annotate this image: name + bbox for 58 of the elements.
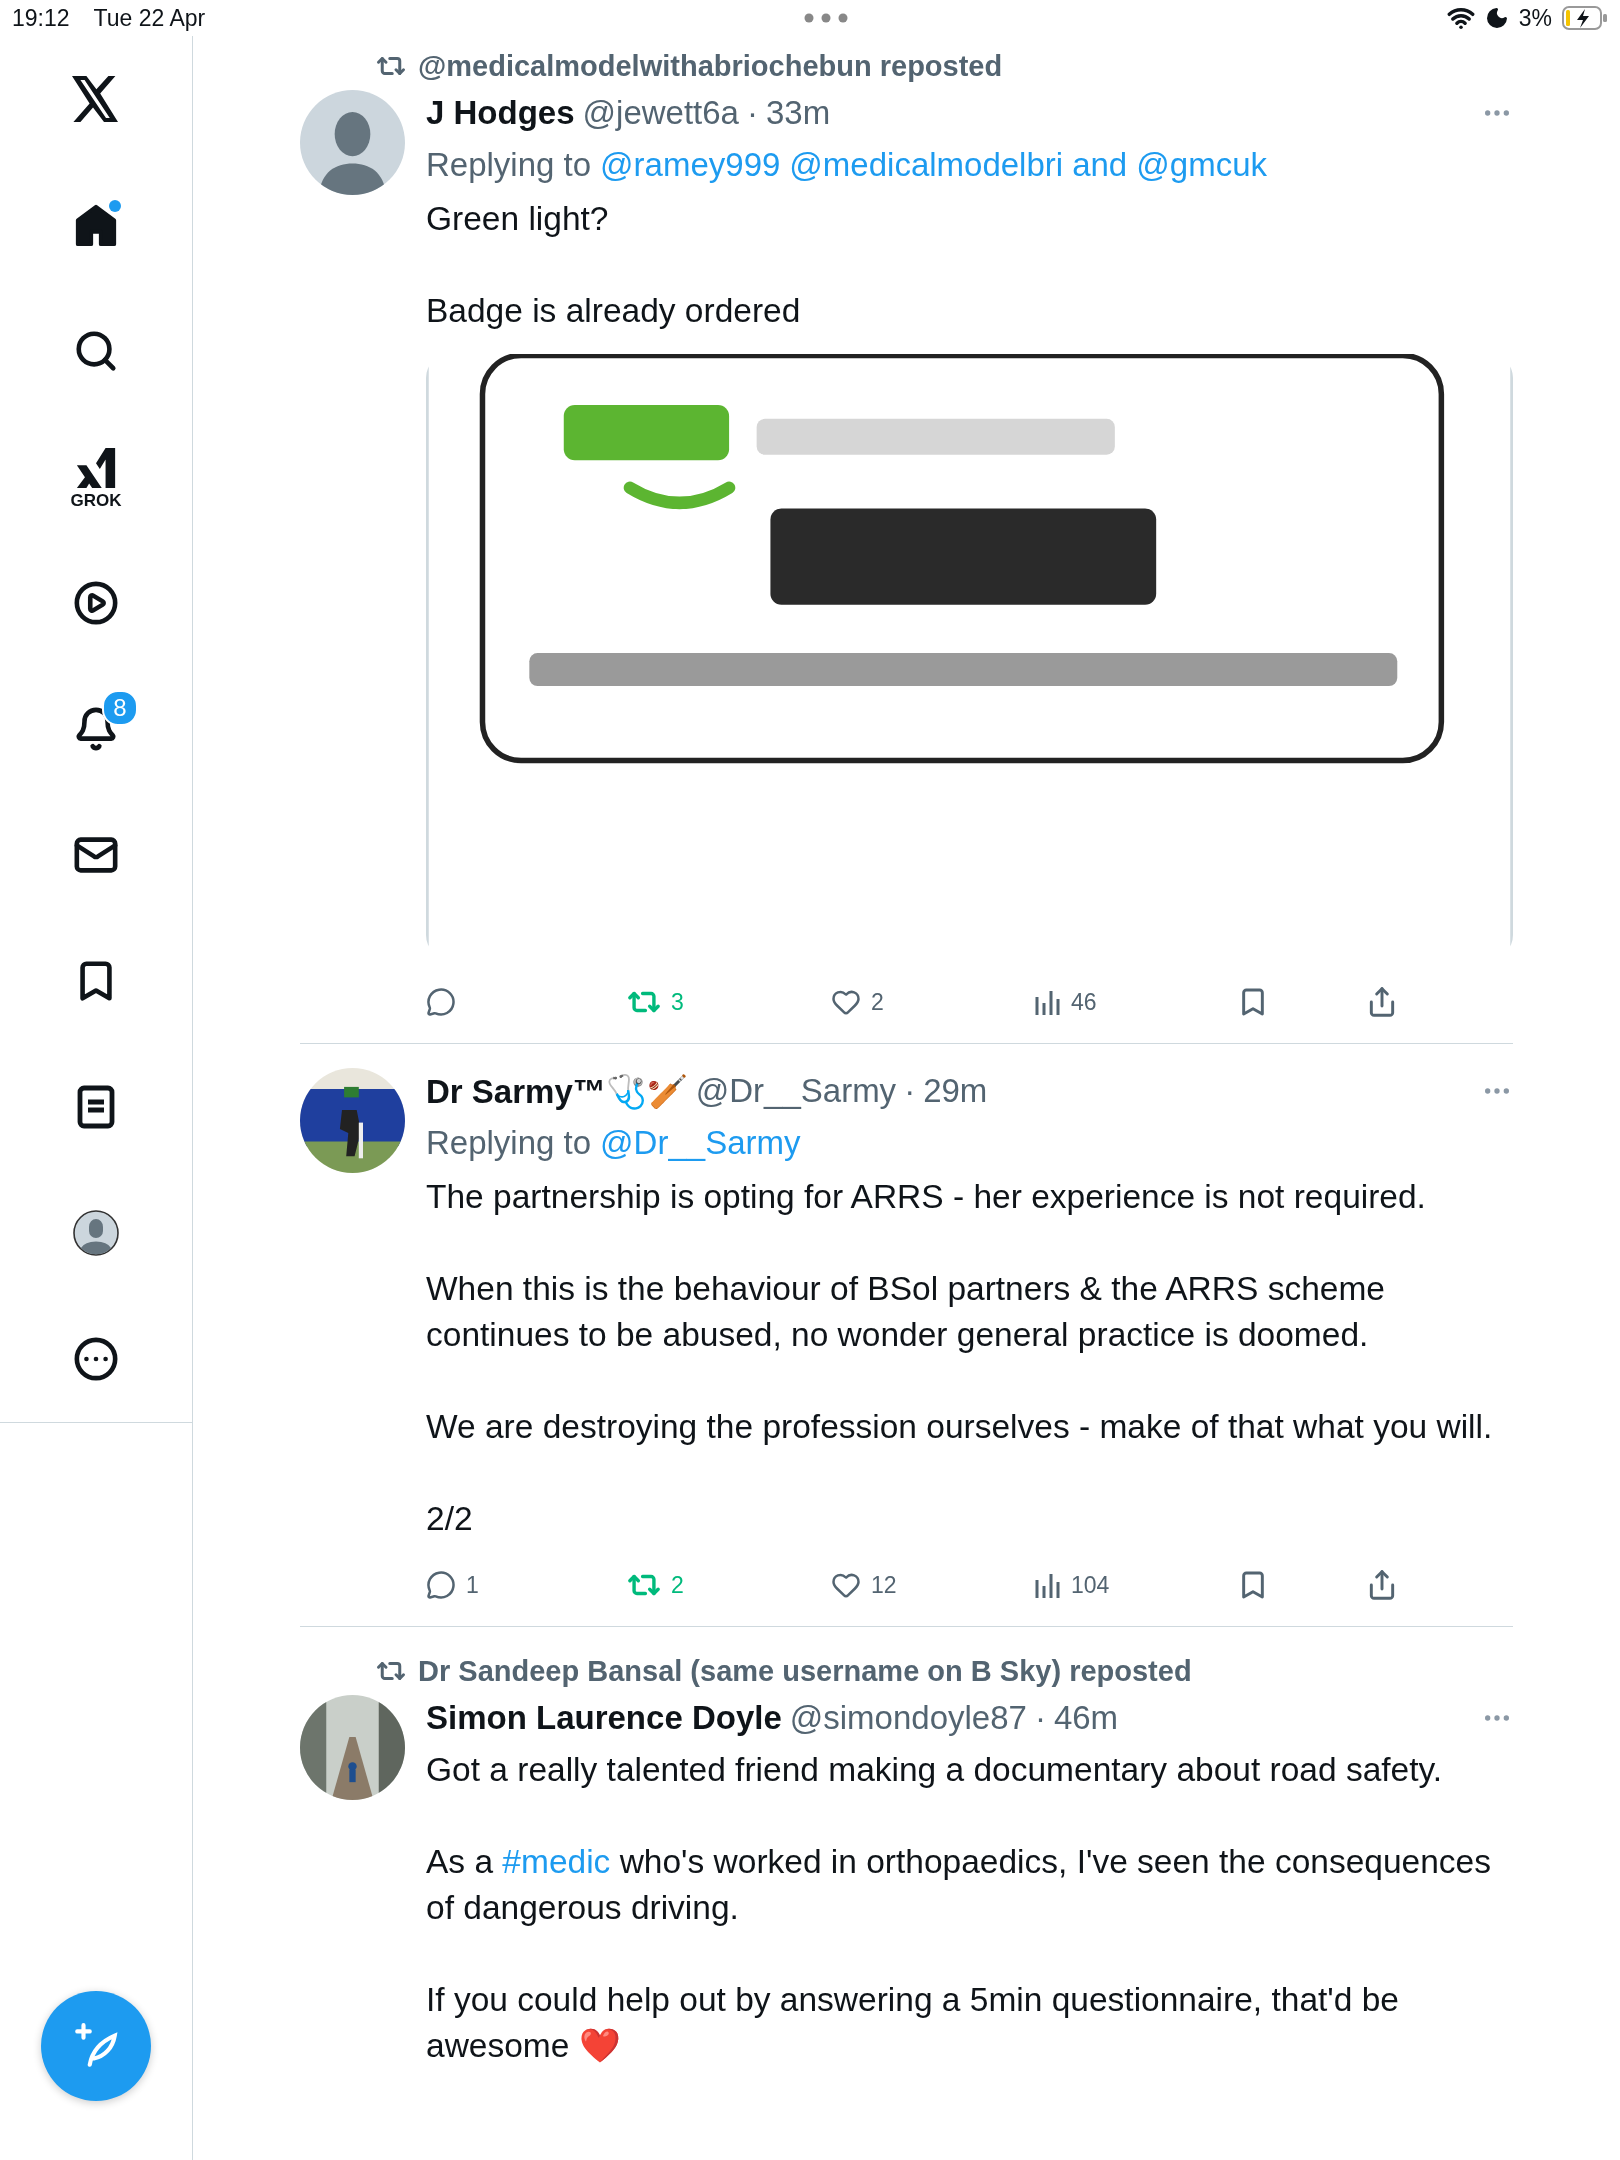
status-date: Tue 22 Apr	[93, 4, 206, 32]
nav-item[interactable]	[73, 1336, 119, 1382]
repost-label: Dr Sandeep Bansal (same username on B Sky) reposted	[418, 1654, 1192, 1688]
tweet-text: When this is the behaviour of BSol partners & the ARRS scheme continues to be abused, no wonder general practice is doomed.	[426, 1269, 1386, 1355]
multitask-dots-icon[interactable]	[804, 13, 848, 23]
tweet-text: We are destroying the profession ourselves - make of that what you will.	[426, 1407, 1494, 1447]
reply-button[interactable]: 1	[426, 1570, 479, 1600]
lists-icon	[76, 1085, 116, 1129]
views-button[interactable]: 104	[1035, 1571, 1110, 1599]
separator-dot: ·	[746, 94, 758, 132]
timestamp[interactable]: 46m	[1053, 1699, 1119, 1737]
separator-dot: ·	[904, 1072, 916, 1110]
home-icon	[73, 202, 119, 248]
status-time: 19:12	[12, 4, 70, 32]
battery-icon	[1562, 6, 1608, 30]
tweet-text: Got a really talented friend making a documentary about road safety.	[426, 1750, 1444, 1790]
battery-percent: 3%	[1518, 4, 1552, 32]
moon-icon	[1484, 6, 1509, 30]
nav-item[interactable]	[73, 328, 119, 374]
author-handle[interactable]: @jewett6a	[582, 94, 739, 132]
timestamp[interactable]: 29m	[923, 1072, 988, 1110]
reply-button[interactable]	[426, 987, 456, 1017]
replying-label: Replying to	[426, 146, 592, 184]
notification-badge: 8	[102, 690, 138, 726]
reply-icon	[426, 1570, 456, 1600]
nav-item[interactable]	[76, 1085, 116, 1129]
tweet-text: The partnership is opting for ARRS - her experience is not required.	[426, 1177, 1427, 1217]
author-name[interactable]: Dr Sarmy™🩺🏏	[426, 1071, 688, 1111]
nav-item[interactable]	[73, 580, 119, 626]
tweet-text: As a #medic who's worked in orthopaedics, I've seen the consequences of dangerous driving.	[426, 1842, 1492, 1928]
like-button[interactable]: 12	[831, 1570, 897, 1600]
bar-chart-icon	[1035, 989, 1061, 1015]
bar-chart-icon	[1035, 1572, 1061, 1598]
tweet-text: Badge is already ordered	[426, 291, 802, 331]
nav-label: GROK	[70, 491, 122, 509]
repost-label: @medicalmodelwithabriochebun reposted	[418, 49, 1003, 83]
replying-label: Replying to	[426, 1124, 592, 1162]
profile-icon	[72, 1209, 120, 1257]
author-name[interactable]: Simon Laurence Doyle	[426, 1699, 782, 1737]
tweet-text: Green light?	[426, 199, 610, 239]
search-icon	[73, 328, 119, 374]
author-handle[interactable]: @Dr__Sarmy	[695, 1072, 897, 1110]
like-button[interactable]: 2	[831, 987, 884, 1017]
separator-dot: ·	[1034, 1699, 1046, 1737]
nav-item[interactable]	[73, 202, 119, 248]
views-button[interactable]: 46	[1035, 988, 1097, 1016]
more-icon	[73, 1336, 119, 1382]
author-name[interactable]: J Hodges	[426, 94, 575, 132]
reply-icon	[426, 987, 456, 1017]
tweet-text: 2/2	[426, 1499, 474, 1539]
x-logo-icon[interactable]	[72, 76, 120, 122]
tweet-text: If you could help out by answering a 5min questionnaire, that'd be awesome ❤	[426, 1980, 1400, 2066]
nav-item[interactable]: GROK	[70, 445, 122, 509]
nav-item[interactable]	[72, 1209, 120, 1257]
author-handle[interactable]: @simondoyle87	[789, 1699, 1027, 1737]
compose-button[interactable]	[41, 1991, 151, 2101]
timestamp[interactable]: 33m	[765, 94, 831, 132]
play-icon	[73, 580, 119, 626]
